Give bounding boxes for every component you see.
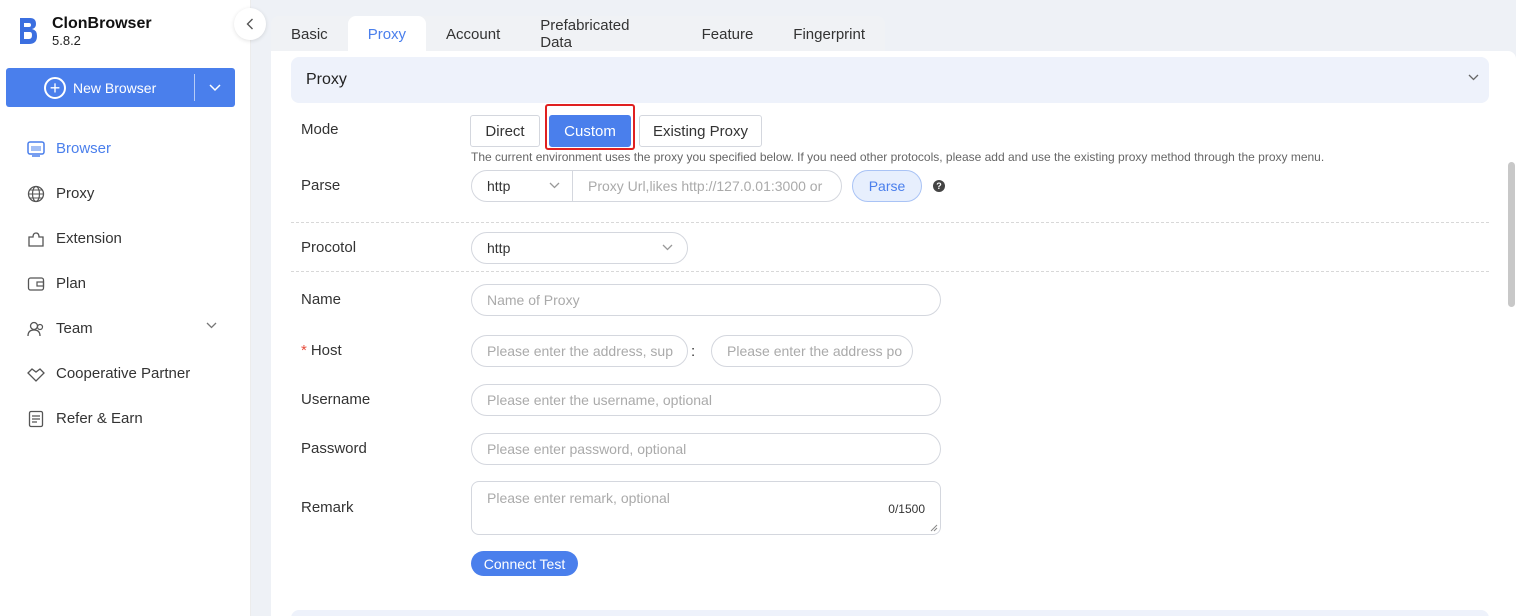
sidebar-item-label: Browser <box>56 140 112 157</box>
parse-label: Parse <box>301 177 341 194</box>
host-port-input[interactable]: Please enter the address po <box>711 335 913 367</box>
sidebar-item-browser[interactable]: Browser <box>0 126 251 171</box>
main-content: Basic Proxy Account Prefabricated Data F… <box>271 16 1516 616</box>
tab-prefabricated-data[interactable]: Prefabricated Data <box>520 16 681 52</box>
sidebar-item-extension[interactable]: Extension <box>0 216 251 261</box>
tab-account[interactable]: Account <box>426 16 520 52</box>
host-address-input[interactable]: Please enter the address, sup <box>471 335 688 367</box>
divider <box>291 271 1489 272</box>
scrollbar-thumb[interactable] <box>1508 162 1515 307</box>
tab-fingerprint[interactable]: Fingerprint <box>773 16 885 52</box>
collapse-sidebar-button[interactable] <box>234 8 266 40</box>
tab-bar: Basic Proxy Account Prefabricated Data F… <box>271 16 885 52</box>
username-label: Username <box>301 391 371 408</box>
tab-basic[interactable]: Basic <box>271 16 348 52</box>
protocol-value: http <box>487 240 511 256</box>
password-label: Password <box>301 440 367 457</box>
required-mark: * <box>301 342 307 359</box>
chevron-down-icon <box>209 83 221 91</box>
remark-placeholder: Please enter remark, optional <box>487 490 670 506</box>
protocol-label: Procotol <box>301 239 357 256</box>
username-input[interactable]: Please enter the username, optional <box>471 384 941 416</box>
resize-handle-icon[interactable] <box>930 524 938 532</box>
proxy-section-header[interactable]: Proxy <box>291 57 1489 103</box>
divider <box>291 222 1489 223</box>
document-icon <box>26 409 46 429</box>
parse-protocol-select[interactable]: http <box>472 171 573 201</box>
remark-textarea[interactable]: Please enter remark, optional 0/1500 <box>471 481 941 535</box>
chevron-down-icon <box>206 322 217 329</box>
connect-test-button[interactable]: Connect Test <box>471 551 578 576</box>
chevron-down-icon <box>549 182 560 189</box>
sidebar-item-label: Cooperative Partner <box>56 365 191 382</box>
new-browser-main[interactable]: + New Browser <box>6 68 194 107</box>
tab-feature[interactable]: Feature <box>682 16 774 52</box>
host-label-text: Host <box>310 342 342 359</box>
host-port-separator: : <box>691 343 696 360</box>
scrollbar[interactable] <box>1507 56 1515 581</box>
name-label: Name <box>301 291 342 308</box>
plus-circle-icon: + <box>44 76 66 99</box>
parse-input-group: http Proxy Url,likes http://127.0.01:300… <box>471 170 842 202</box>
password-input[interactable]: Please enter password, optional <box>471 433 941 465</box>
host-label: * Host <box>301 342 342 359</box>
app-name: ClonBrowser <box>52 15 152 32</box>
section-title: Proxy <box>306 71 347 88</box>
proxy-panel: Proxy Mode Direct Custom Existing Proxy … <box>271 51 1516 616</box>
parse-protocol-value: http <box>487 178 511 194</box>
app-version: 5.8.2 <box>52 33 81 48</box>
sidebar-item-label: Proxy <box>56 185 95 202</box>
sidebar-item-cooperative-partner[interactable]: Cooperative Partner <box>0 351 251 396</box>
sidebar-item-refer-earn[interactable]: Refer & Earn <box>0 396 251 441</box>
new-browser-dropdown[interactable] <box>195 68 235 107</box>
new-browser-button[interactable]: + New Browser <box>6 68 235 107</box>
mode-hint-text: The current environment uses the proxy y… <box>471 150 1325 164</box>
browser-icon <box>26 139 46 159</box>
clonbrowser-logo-icon <box>20 18 37 44</box>
chevron-down-icon <box>1468 74 1479 81</box>
mode-label: Mode <box>301 121 339 138</box>
sidebar: ClonBrowser 5.8.2 + New Browser Browser … <box>0 0 251 616</box>
remark-char-counter: 0/1500 <box>888 502 925 516</box>
help-icon[interactable]: ? <box>933 180 945 192</box>
tab-proxy[interactable]: Proxy <box>347 16 427 52</box>
proxy-name-input[interactable]: Name of Proxy <box>471 284 941 316</box>
globe-icon <box>26 184 46 204</box>
mode-direct-button[interactable]: Direct <box>470 115 540 147</box>
sidebar-item-team[interactable]: Team <box>0 306 251 351</box>
mode-existing-proxy-button[interactable]: Existing Proxy <box>639 115 762 147</box>
puzzle-icon <box>26 229 46 249</box>
sidebar-item-plan[interactable]: Plan <box>0 261 251 306</box>
chevron-down-icon <box>662 244 673 251</box>
new-browser-label: New Browser <box>73 79 157 96</box>
proxy-url-input[interactable]: Proxy Url,likes http://127.0.01:3000 or <box>573 171 841 201</box>
next-section-header <box>291 610 1489 616</box>
selection-highlight-box <box>545 104 635 150</box>
remark-label: Remark <box>301 499 354 516</box>
sidebar-nav: Browser Proxy Extension Plan Team Cooper… <box>0 126 251 441</box>
handshake-icon <box>26 364 46 384</box>
sidebar-item-proxy[interactable]: Proxy <box>0 171 251 216</box>
protocol-select[interactable]: http <box>471 232 688 264</box>
chevron-left-icon <box>246 18 253 30</box>
parse-button[interactable]: Parse <box>852 170 922 202</box>
team-icon <box>26 319 46 339</box>
sidebar-item-label: Extension <box>56 230 122 247</box>
wallet-icon <box>26 274 46 294</box>
sidebar-item-label: Team <box>56 320 93 337</box>
sidebar-item-label: Plan <box>56 275 87 292</box>
brand: ClonBrowser 5.8.2 <box>16 14 152 50</box>
sidebar-item-label: Refer & Earn <box>56 410 143 427</box>
